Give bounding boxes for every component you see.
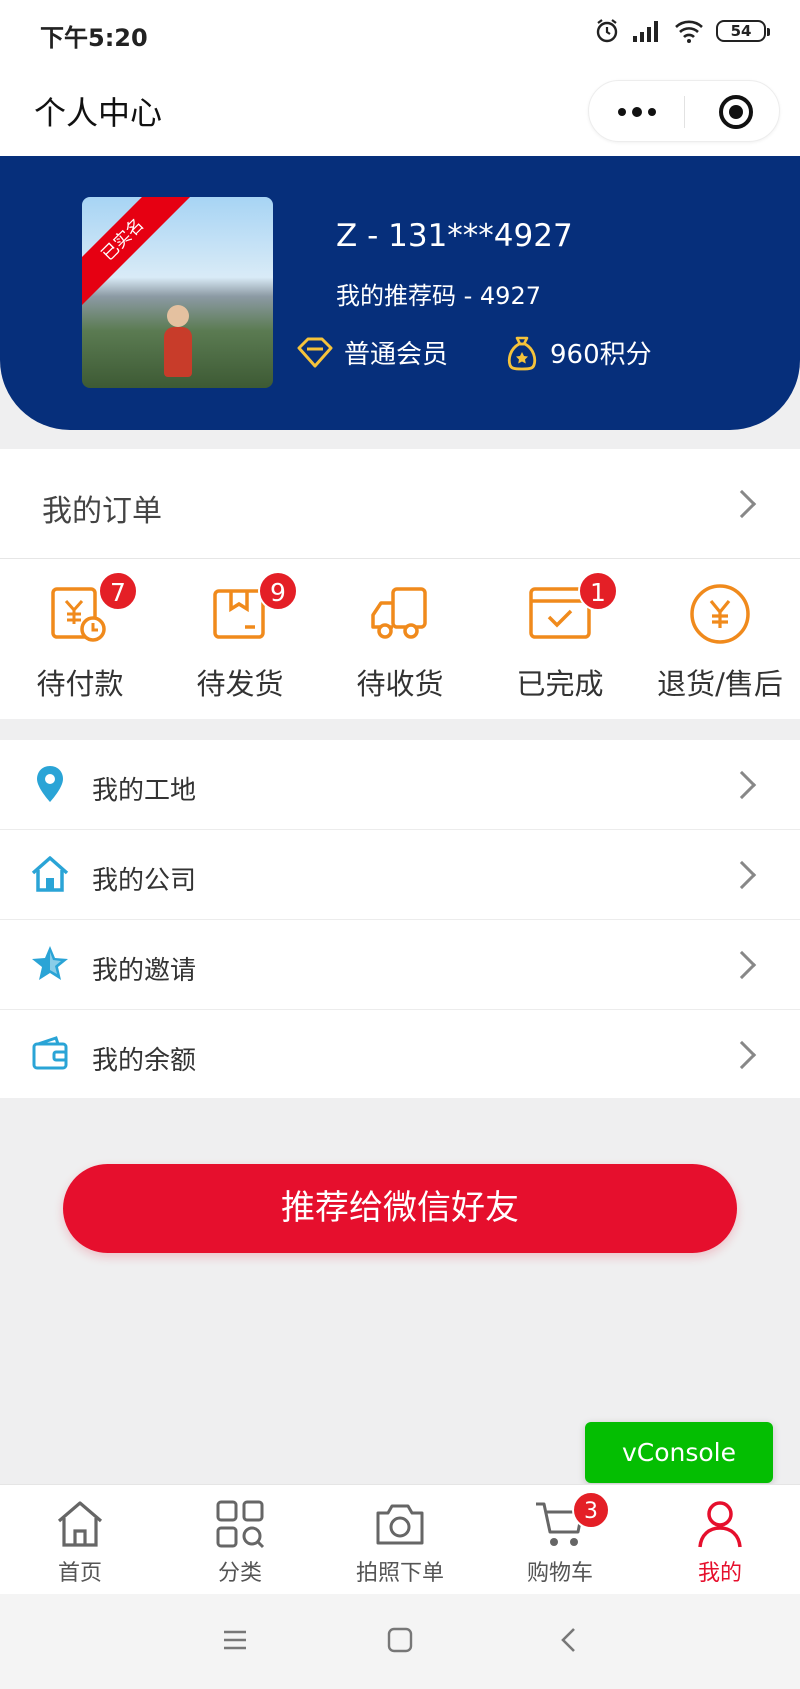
- order-label: 已完成: [516, 667, 604, 701]
- alarm-icon: [596, 19, 618, 43]
- money-bag-icon: [507, 336, 537, 370]
- signal-icon: [633, 21, 658, 42]
- member-level[interactable]: 普通会员: [296, 334, 448, 371]
- share-to-wechat-button[interactable]: 推荐给微信好友: [63, 1164, 737, 1253]
- order-returns[interactable]: 退货/售后: [640, 581, 800, 701]
- chevron-right-icon: [727, 950, 757, 980]
- nav-bar: 个人中心: [0, 66, 800, 156]
- menu-my-invitations[interactable]: 我的邀请: [0, 920, 800, 1010]
- home-icon: [31, 856, 69, 892]
- home-icon: [57, 1501, 103, 1547]
- status-time: 下午5:20: [40, 24, 148, 52]
- verified-ribbon: 已实名: [82, 197, 196, 313]
- system-nav-bar: [0, 1594, 800, 1689]
- order-label: 待发货: [196, 667, 284, 701]
- orders-section: 我的订单 7 待付款 9 待发货 待收货 1 已完成 退货/售后: [0, 449, 800, 719]
- tab-home[interactable]: 首页: [20, 1497, 140, 1593]
- order-pending-shipment[interactable]: 9 待发货: [160, 571, 320, 701]
- chevron-right-icon: [727, 1040, 757, 1070]
- tab-label: 购物车: [526, 1561, 593, 1586]
- chevron-right-icon: [727, 489, 757, 519]
- wifi-icon: [675, 20, 703, 43]
- order-pending-receipt[interactable]: 待收货: [320, 581, 480, 701]
- camera-icon: [376, 1504, 424, 1545]
- status-bar: 下午5:20 54: [0, 0, 800, 66]
- tab-bar: 首页 分类 拍照下单 3 购物车 我的: [0, 1484, 800, 1594]
- points-balance[interactable]: 960积分: [504, 334, 652, 371]
- order-label: 退货/售后: [657, 667, 783, 701]
- more-options-button[interactable]: [589, 81, 685, 143]
- tab-label: 拍照下单: [355, 1561, 444, 1586]
- tab-label: 分类: [217, 1561, 262, 1586]
- points-label: 960积分: [550, 340, 652, 370]
- location-pin-icon: [37, 766, 63, 802]
- member-level-label: 普通会员: [344, 340, 449, 370]
- menu-list: 我的工地 我的公司 我的邀请 我的余额: [0, 740, 800, 1098]
- user-icon: [698, 1501, 742, 1548]
- vconsole-button[interactable]: vConsole: [585, 1422, 773, 1483]
- order-label: 待收货: [356, 667, 444, 701]
- star-icon: [32, 946, 68, 980]
- miniprogram-capsule: [588, 80, 780, 142]
- menu-my-company[interactable]: 我的公司: [0, 830, 800, 920]
- menu-label: 我的工地: [92, 776, 197, 806]
- order-pending-payment[interactable]: 7 待付款: [0, 571, 160, 701]
- menu-icon[interactable]: [222, 1627, 248, 1653]
- capsule-divider: [684, 96, 685, 128]
- my-orders-row[interactable]: 我的订单: [0, 449, 800, 559]
- menu-label: 我的公司: [92, 866, 197, 896]
- truck-icon: [371, 587, 427, 639]
- order-completed[interactable]: 1 已完成: [480, 571, 640, 701]
- tab-cart[interactable]: 3 购物车: [500, 1491, 620, 1593]
- wallet-icon: [32, 1036, 68, 1070]
- tab-label: 首页: [57, 1561, 102, 1586]
- menu-label: 我的余额: [92, 1046, 197, 1076]
- profile-header: 已实名 Z - 131***4927 我的推荐码 - 4927 普通会员 960…: [0, 156, 800, 430]
- referral-code: 我的推荐码 - 4927: [336, 282, 541, 310]
- categories-icon: [216, 1500, 265, 1549]
- battery-icon: 54: [716, 20, 770, 42]
- chevron-right-icon: [727, 860, 757, 890]
- pending-payment-badge: 7: [98, 571, 138, 611]
- close-miniprogram-button[interactable]: [719, 95, 753, 129]
- tab-categories[interactable]: 分类: [180, 1497, 300, 1593]
- my-orders-label: 我的订单: [42, 494, 162, 529]
- menu-my-site[interactable]: 我的工地: [0, 740, 800, 830]
- cart-count-badge: 3: [572, 1491, 610, 1529]
- menu-label: 我的邀请: [92, 956, 197, 986]
- tab-mine[interactable]: 我的: [660, 1497, 780, 1593]
- status-icons: 54: [594, 18, 770, 44]
- menu-my-balance[interactable]: 我的余额: [0, 1010, 800, 1100]
- battery-level: 54: [730, 22, 752, 40]
- diamond-icon: [297, 337, 333, 367]
- order-label: 待付款: [36, 667, 124, 701]
- back-icon[interactable]: [556, 1626, 582, 1654]
- completed-badge: 1: [578, 571, 618, 611]
- refund-icon: [690, 584, 750, 644]
- tab-label: 我的: [697, 1561, 742, 1586]
- pending-shipment-badge: 9: [258, 571, 298, 611]
- chevron-right-icon: [727, 770, 757, 800]
- home-button-icon[interactable]: [387, 1627, 413, 1653]
- user-name: Z - 131***4927: [336, 218, 573, 254]
- page-title: 个人中心: [34, 94, 163, 132]
- tab-photo-order[interactable]: 拍照下单: [340, 1497, 460, 1593]
- avatar[interactable]: 已实名: [82, 197, 273, 388]
